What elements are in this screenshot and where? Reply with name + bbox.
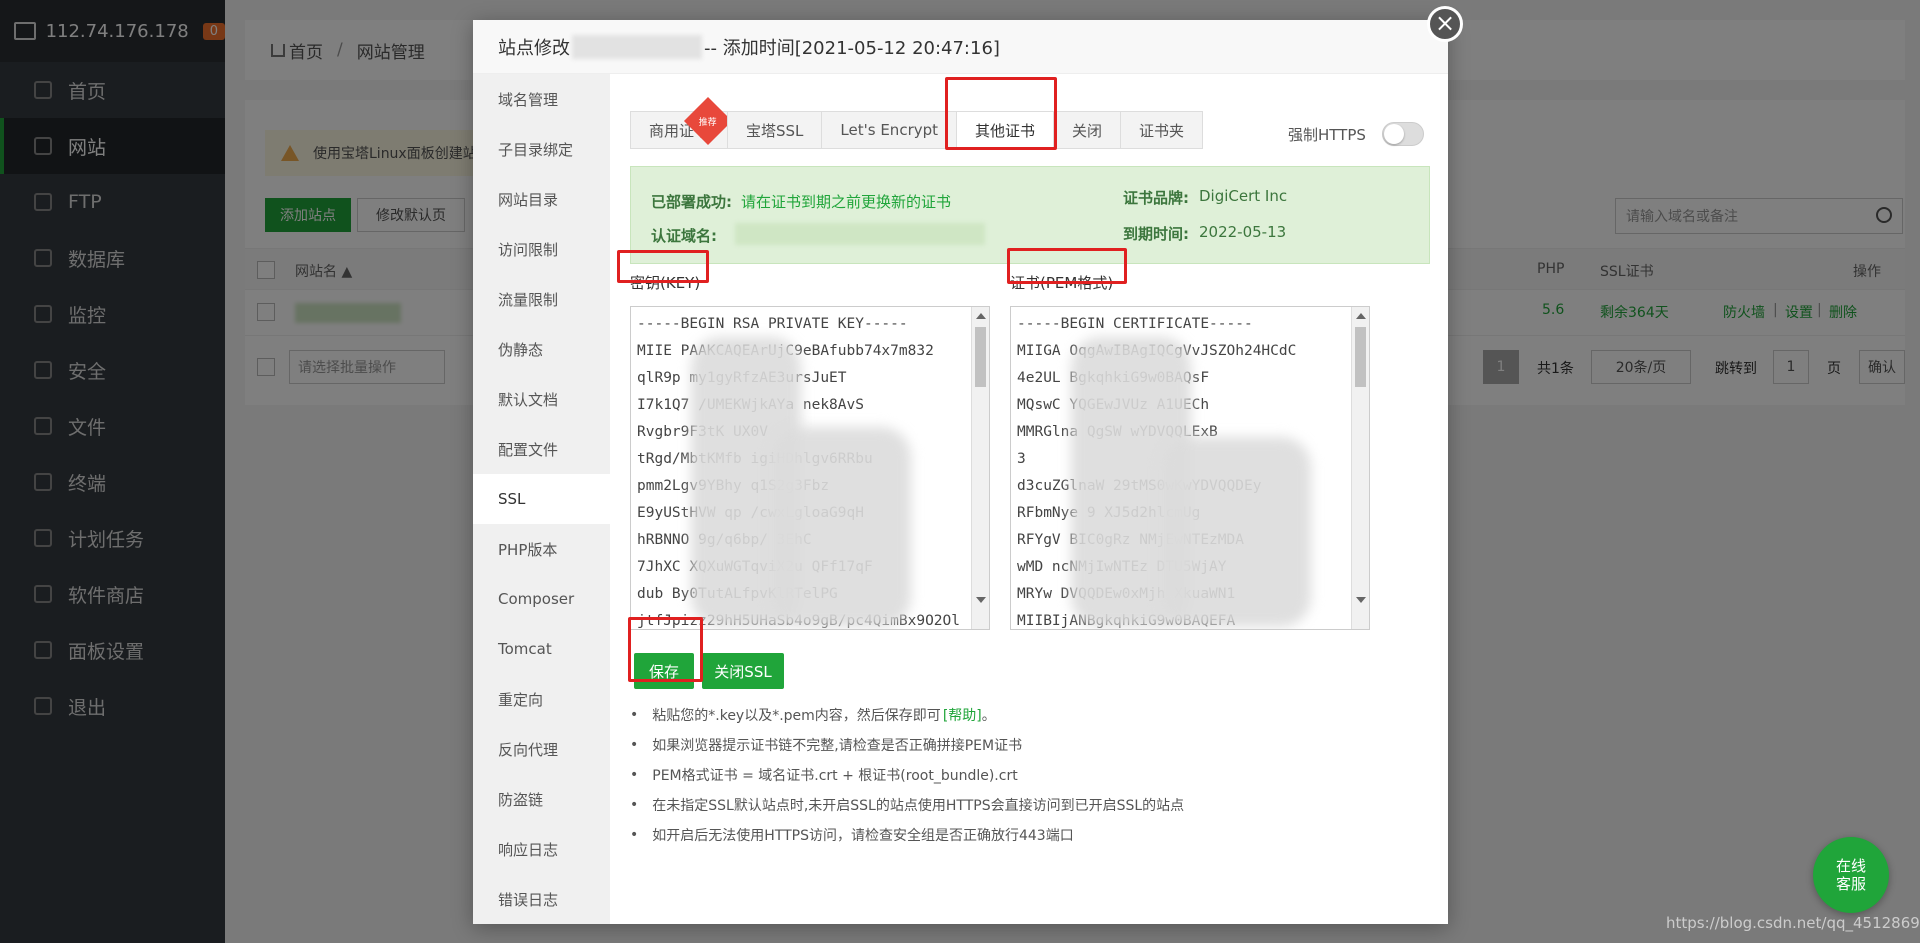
- deployed-label: 已部署成功:: [651, 193, 732, 211]
- close-ssl-button[interactable]: 关闭SSL: [702, 653, 784, 689]
- scroll-thumb[interactable]: [975, 327, 986, 387]
- domain-label: 认证域名:: [651, 227, 717, 245]
- tip-text: 如开启后无法使用HTTPS访问，请检查安全组是否正确放行443端口: [652, 828, 1074, 844]
- tip-item: 如开启后无法使用HTTPS访问，请检查安全组是否正确放行443端口: [630, 820, 1184, 850]
- scroll-up-icon[interactable]: [976, 313, 986, 319]
- chat-line2: 客服: [1835, 875, 1866, 893]
- modal-side-item[interactable]: 域名管理: [473, 74, 610, 124]
- ssl-tab[interactable]: 宝塔SSL: [727, 111, 822, 149]
- ssl-tab[interactable]: 商用证书 推荐: [630, 96, 733, 149]
- help-link[interactable]: [帮助]: [943, 705, 982, 725]
- tip-text: PEM格式证书 = 域名证书.crt + 根证书(root_bundle).cr…: [652, 768, 1018, 784]
- modal-side-item[interactable]: Composer: [473, 574, 610, 624]
- cert-redaction: [1161, 437, 1311, 627]
- cert-textarea[interactable]: -----BEGIN CERTIFICATE-----MIIGA OqgAwIB…: [1010, 306, 1370, 630]
- force-https: 强制HTTPS: [1288, 122, 1424, 146]
- tip-item: 如果浏览器提示证书链不完整,请检查是否正确拼接PEM证书: [630, 730, 1184, 760]
- chat-line1: 在线: [1835, 857, 1866, 875]
- ribbon-text: 推荐: [698, 117, 718, 128]
- ssl-tab-label: 证书夹: [1139, 121, 1185, 140]
- ssl-tab-label: Let's Encrypt: [840, 121, 939, 139]
- ssl-tabs: 商用证书 推荐 宝塔SSL Let's Encrypt 其他证书 关闭 证书夹: [630, 96, 1204, 149]
- modal-side-item[interactable]: 防盗链: [473, 774, 610, 824]
- online-service-button[interactable]: 在线 客服: [1813, 837, 1889, 913]
- modal-side-item[interactable]: 重定向: [473, 674, 610, 724]
- scroll-down-icon[interactable]: [976, 597, 986, 603]
- ssl-tab[interactable]: Let's Encrypt: [821, 111, 957, 149]
- title-suffix: -- 添加时间[2021-05-12 20:47:16]: [704, 37, 1000, 59]
- tip-text: 如果浏览器提示证书链不完整,请检查是否正确拼接PEM证书: [652, 738, 1023, 754]
- modal-side-item[interactable]: 子目录绑定: [473, 124, 610, 174]
- modal-side-item[interactable]: SSL: [473, 474, 610, 524]
- watermark: https://blog.csdn.net/qq_45128698: [1666, 914, 1920, 932]
- tip-end: 。: [981, 708, 996, 724]
- scroll-up-icon[interactable]: [1356, 313, 1366, 319]
- key-redaction: [771, 427, 911, 627]
- text-line: I7k1Q7 /UMEKWjkAYa nek8AvS: [637, 397, 864, 413]
- key-textarea[interactable]: -----BEGIN RSA PRIVATE KEY----- MIIE PAAK…: [630, 306, 990, 630]
- title-domain-blurred: [572, 34, 702, 59]
- force-https-toggle[interactable]: [1381, 122, 1424, 146]
- scroll-down-icon[interactable]: [1356, 597, 1366, 603]
- text-line: -----BEGIN RSA PRIVATE KEY-----: [637, 316, 908, 332]
- brand-label: 证书品牌:: [1123, 189, 1189, 207]
- ssl-tab-label: 宝塔SSL: [746, 121, 804, 140]
- expire-label: 到期时间:: [1123, 225, 1189, 243]
- ssl-tab[interactable]: 证书夹: [1120, 111, 1204, 149]
- tip-text: 在未指定SSL默认站点时,未开启SSL的站点使用HTTPS会直接访问到已开启SS…: [652, 798, 1185, 814]
- force-https-label: 强制HTTPS: [1288, 125, 1366, 144]
- key-scrollbar[interactable]: [971, 307, 989, 629]
- text-line: -----BEGIN CERTIFICATE-----: [1017, 316, 1253, 332]
- cert-label: 证书(PEM格式): [1010, 274, 1114, 292]
- modal-side-menu: 域名管理 子目录绑定 网站目录 访问限制 流量限制 伪静态 默认文档 配置文件 SSL PHP版本…: [473, 74, 610, 924]
- modal-close-button[interactable]: ×: [1427, 6, 1463, 42]
- cert-scrollbar[interactable]: [1351, 307, 1369, 629]
- title-prefix: 站点修改: [498, 37, 570, 59]
- text-line: qlR9p my1gyRfzAE3ursJuET: [637, 370, 847, 386]
- tip-text: 粘贴您的*.key以及*.pem内容，然后保存即可: [652, 708, 941, 724]
- ssl-tips: 粘贴您的*.key以及*.pem内容，然后保存即可[帮助]。如果浏览器提示证书链…: [630, 700, 1184, 850]
- tip-item: 在未指定SSL默认站点时,未开启SSL的站点使用HTTPS会直接访问到已开启SS…: [630, 790, 1184, 820]
- text-line: MIIE PAAKCAQEArUjC9eBAfubb74x7m832: [637, 343, 934, 359]
- ssl-tab[interactable]: 其他证书: [956, 111, 1054, 149]
- site-edit-modal: 站点修改 -- 添加时间[2021-05-12 20:47:16] 域名管理 子目…: [473, 20, 1448, 924]
- ssl-panel: 商用证书 推荐 宝塔SSL Let's Encrypt 其他证书 关闭 证书夹 强制HTTP…: [610, 74, 1448, 924]
- modal-side-item[interactable]: 网站目录: [473, 174, 610, 224]
- tip-item: 粘贴您的*.key以及*.pem内容，然后保存即可[帮助]。: [630, 700, 1184, 730]
- modal-side-item[interactable]: 访问限制: [473, 224, 610, 274]
- save-button[interactable]: 保存: [634, 653, 694, 689]
- modal-side-item[interactable]: 反向代理: [473, 724, 610, 774]
- brand-value: DigiCert Inc: [1199, 187, 1288, 205]
- scroll-thumb[interactable]: [1355, 327, 1366, 387]
- ssl-tab[interactable]: 关闭: [1053, 111, 1121, 149]
- modal-title: 站点修改 -- 添加时间[2021-05-12 20:47:16]: [473, 20, 1448, 74]
- modal-side-item[interactable]: Tomcat: [473, 624, 610, 674]
- modal-side-item[interactable]: 配置文件: [473, 424, 610, 474]
- toggle-knob: [1383, 124, 1404, 144]
- cert-info-box: 已部署成功: 请在证书到期之前更换新的证书 认证域名: 证书品牌: DigiCe…: [630, 166, 1430, 264]
- modal-side-item[interactable]: 流量限制: [473, 274, 610, 324]
- key-label: 密钥(KEY): [630, 274, 701, 292]
- ssl-tab-label: 其他证书: [975, 121, 1036, 140]
- modal-side-item[interactable]: 错误日志: [473, 874, 610, 924]
- modal-side-item[interactable]: PHP版本: [473, 524, 610, 574]
- domain-value-blurred: [735, 223, 985, 245]
- ssl-tab-label: 关闭: [1072, 121, 1103, 140]
- tip-item: PEM格式证书 = 域名证书.crt + 根证书(root_bundle).cr…: [630, 760, 1184, 790]
- modal-side-item[interactable]: 伪静态: [473, 324, 610, 374]
- modal-side-item[interactable]: 默认文档: [473, 374, 610, 424]
- expire-value: 2022-05-13: [1199, 223, 1287, 241]
- modal-side-item[interactable]: 响应日志: [473, 824, 610, 874]
- deployed-value: 请在证书到期之前更换新的证书: [741, 193, 952, 211]
